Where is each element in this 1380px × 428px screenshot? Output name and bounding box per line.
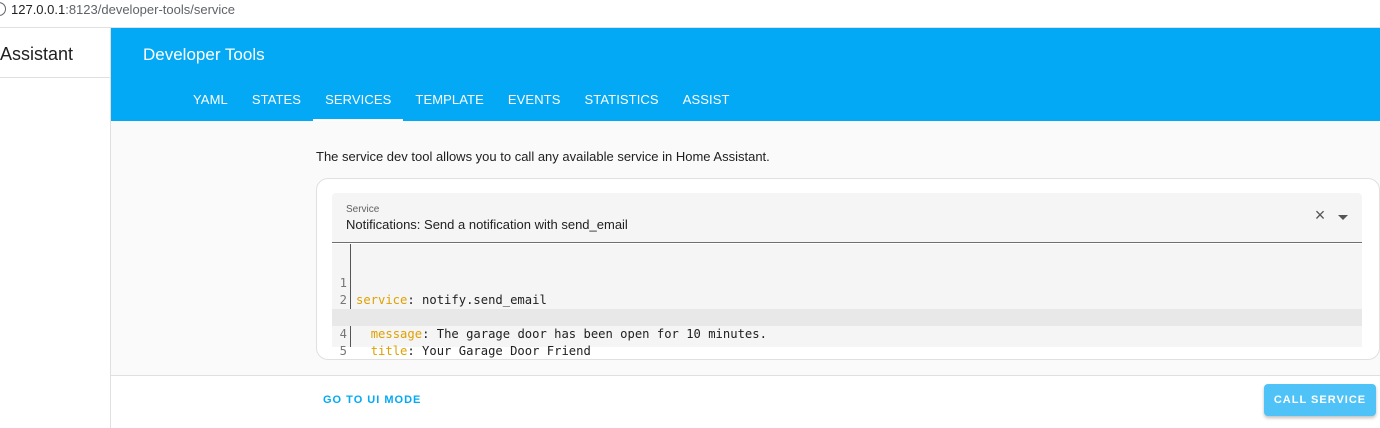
page-title: Developer Tools [143,45,265,64]
service-card: Service Notifications: Send a notificati… [316,178,1380,360]
app-header: Developer Tools YAML STATES SERVICES TEM… [111,28,1380,121]
service-select-value[interactable]: Notifications: Send a notification with … [346,217,628,232]
tab-states[interactable]: STATES [240,83,313,121]
line-number: 5 [339,344,347,358]
service-select[interactable]: Service Notifications: Send a notificati… [332,193,1362,243]
yaml-value: : Your Garage Door Friend [407,344,591,358]
line-code: title: Your Garage Door Friend [356,343,591,360]
tab-statistics[interactable]: STATISTICS [573,83,671,121]
editor-line[interactable]: 3 message: The garage door has been open… [332,292,1362,341]
yaml-editor[interactable]: 1 service: notify.send_email 2 data: 3 m… [332,244,1362,358]
editor-line-active[interactable]: 4 title: Your Garage Door Friend [332,309,1362,358]
url-host: 127.0.0.1 [11,2,66,17]
clear-icon[interactable]: × [1312,206,1328,224]
main-content: The service dev tool allows you to call … [111,121,1380,428]
sidebar: Assistant [0,28,111,428]
tab-assist[interactable]: ASSIST [671,83,742,121]
editor-line[interactable]: 2 data: [332,275,1362,324]
tab-events[interactable]: EVENTS [496,83,573,121]
browser-address-bar[interactable]: 127.0.0.1:8123/developer-tools/service [0,0,1380,28]
editor-line[interactable]: 5 [332,326,1362,358]
chevron-down-icon[interactable] [1338,215,1348,220]
editor-line[interactable]: 1 service: notify.send_email [332,258,1362,307]
tab-bar: YAML STATES SERVICES TEMPLATE EVENTS STA… [181,83,742,121]
tab-yaml[interactable]: YAML [181,83,240,121]
tab-template[interactable]: TEMPLATE [403,83,495,121]
url-text[interactable]: 127.0.0.1:8123/developer-tools/service [11,0,235,20]
page-description: The service dev tool allows you to call … [316,149,770,164]
go-to-ui-mode-button[interactable]: GO TO UI MODE [323,394,421,406]
action-footer: GO TO UI MODE CALL SERVICE [111,375,1380,428]
site-info-icon[interactable] [0,2,6,16]
tab-services[interactable]: SERVICES [313,83,404,121]
service-select-label: Service [346,204,380,215]
url-path: :8123/developer-tools/service [65,2,236,17]
sidebar-title: Assistant [0,28,110,78]
call-service-button[interactable]: CALL SERVICE [1264,384,1376,416]
